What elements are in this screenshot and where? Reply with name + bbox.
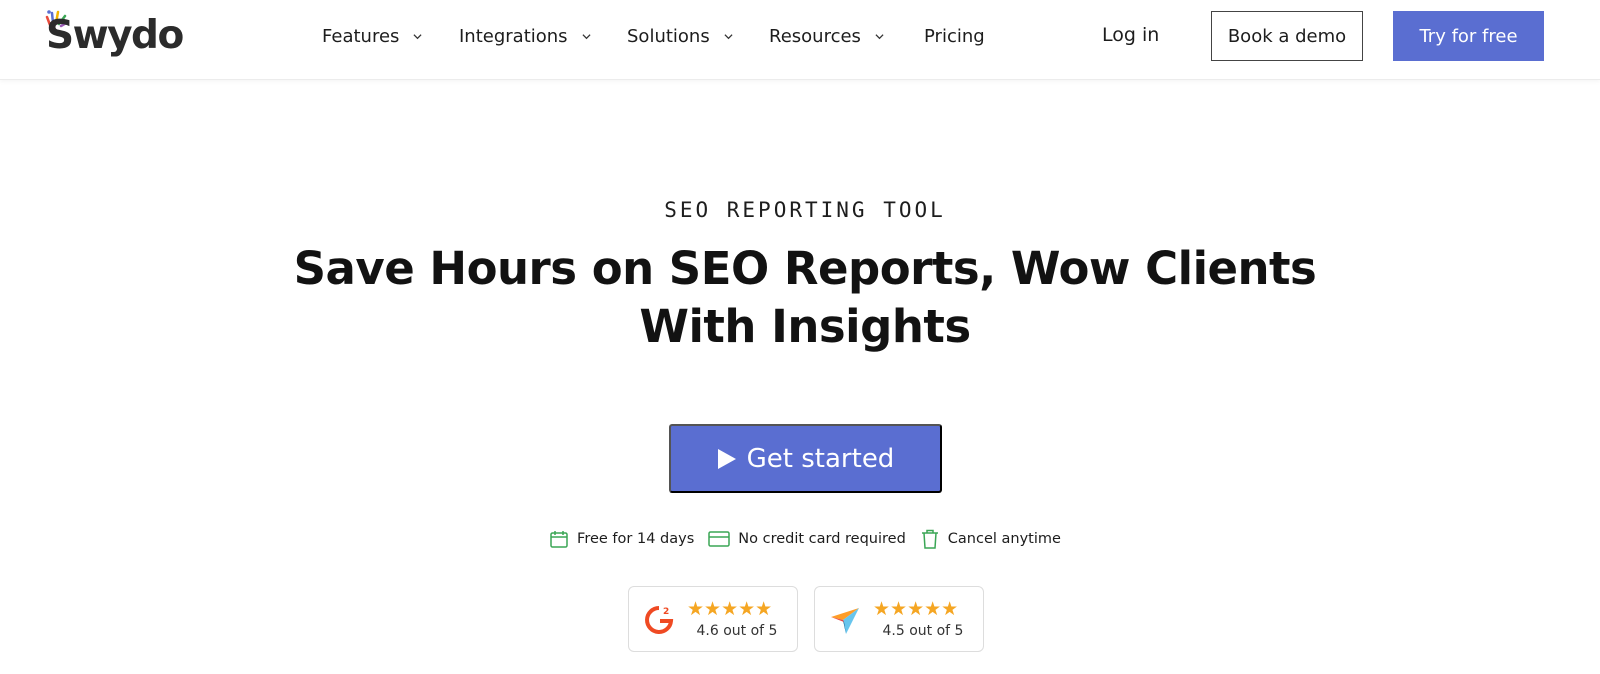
nav-item-features[interactable]: Features bbox=[322, 22, 422, 50]
swydo-logo[interactable]: Swydo bbox=[44, 8, 184, 68]
capterra-logo-icon bbox=[831, 608, 859, 634]
perks-list: Free for 14 days No credit card required… bbox=[0, 527, 1600, 551]
hero-eyebrow: SEO REPORTING TOOL bbox=[664, 198, 946, 222]
credit-card-icon bbox=[708, 531, 731, 547]
rating-score: 4.5 out of 5 bbox=[882, 623, 964, 639]
g2-logo-icon: 2 bbox=[645, 606, 674, 634]
g2-rating-card[interactable]: 2 ★★★★★ 4.6 out of 5 bbox=[628, 586, 798, 652]
chevron-down-icon bbox=[724, 33, 733, 39]
nav-item-solutions[interactable]: Solutions bbox=[627, 22, 733, 50]
perk-item: Free for 14 days bbox=[549, 529, 694, 549]
nav-item-resources[interactable]: Resources bbox=[769, 22, 884, 50]
nav-item-label: Resources bbox=[769, 25, 861, 47]
svg-text:2: 2 bbox=[663, 607, 669, 617]
nav-item-label: Features bbox=[322, 25, 400, 47]
rating-score: 4.6 out of 5 bbox=[696, 623, 778, 639]
trash-icon bbox=[921, 529, 938, 549]
chevron-down-icon bbox=[413, 33, 422, 39]
capterra-rating-card[interactable]: ★★★★★ 4.5 out of 5 bbox=[814, 586, 984, 652]
chevron-down-icon bbox=[582, 33, 591, 39]
logo-wordmark: Swydo bbox=[46, 13, 184, 58]
book-demo-button[interactable]: Book a demo bbox=[1211, 11, 1363, 61]
nav-item-label: Solutions bbox=[627, 25, 710, 47]
perk-item: No credit card required bbox=[708, 529, 906, 549]
star-rating: ★★★★★ bbox=[687, 598, 773, 620]
nav-item-pricing[interactable]: Pricing bbox=[924, 22, 985, 50]
try-free-button[interactable]: Try for free bbox=[1393, 11, 1544, 61]
site-header: Swydo Features Integrations Solutions Re… bbox=[0, 0, 1600, 80]
play-icon bbox=[717, 448, 736, 469]
nav-item-label: Integrations bbox=[459, 25, 568, 47]
get-started-button[interactable]: Get started bbox=[669, 424, 942, 493]
perk-label: Free for 14 days bbox=[577, 531, 695, 547]
perk-label: No credit card required bbox=[738, 531, 906, 547]
nav-item-label: Pricing bbox=[924, 25, 985, 47]
perk-label: Cancel anytime bbox=[947, 531, 1061, 547]
hero-headline: Save Hours on SEO Reports, Wow Clients W… bbox=[293, 242, 1317, 353]
login-link[interactable]: Log in bbox=[1102, 20, 1159, 50]
nav-item-integrations[interactable]: Integrations bbox=[459, 22, 591, 50]
perk-item: Cancel anytime bbox=[920, 528, 1061, 550]
chevron-down-icon bbox=[875, 33, 884, 39]
get-started-label: Get started bbox=[746, 443, 895, 474]
calendar-icon bbox=[550, 531, 568, 548]
star-rating: ★★★★★ bbox=[873, 598, 959, 620]
